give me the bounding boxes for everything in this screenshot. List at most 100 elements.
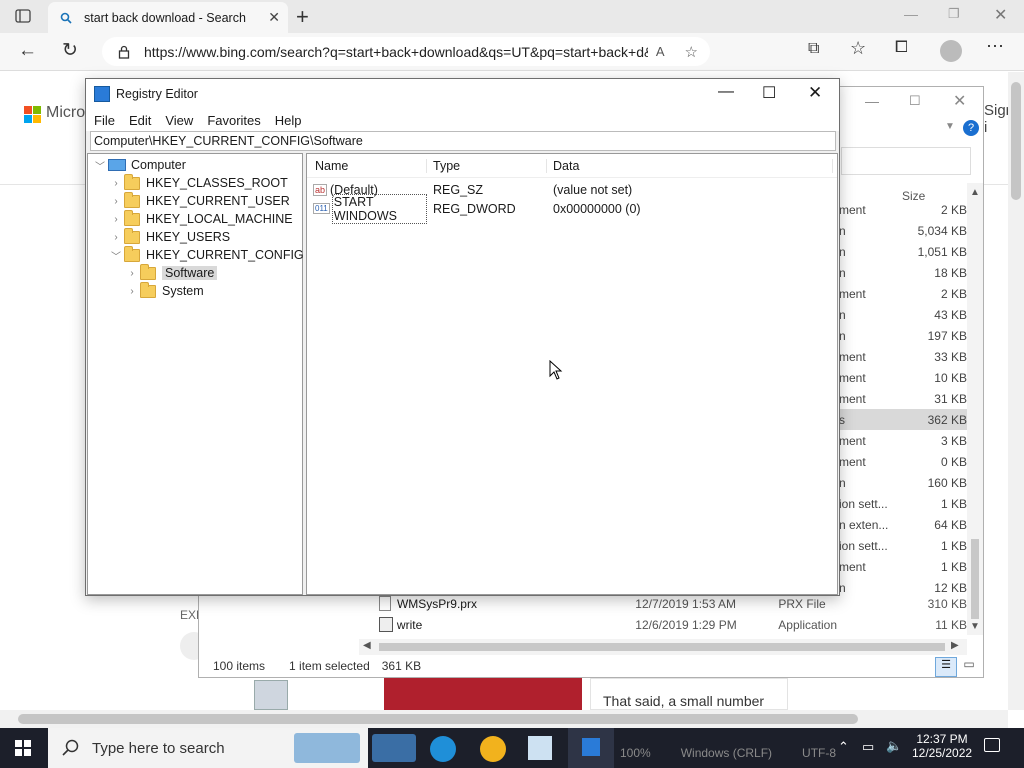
chevron-right-icon[interactable]: › <box>108 178 124 189</box>
volume-icon[interactable]: 🔈 <box>886 738 902 754</box>
favorites-icon[interactable]: ☆ <box>850 38 866 59</box>
profile-avatar[interactable] <box>940 40 962 62</box>
menu-favorites[interactable]: Favorites <box>207 113 260 128</box>
tree-node-software[interactable]: › Software <box>124 263 218 282</box>
explorer-row[interactable]: n 12 KB <box>839 577 967 598</box>
new-tab-button[interactable]: + <box>296 4 309 30</box>
folder-icon <box>140 281 156 298</box>
tab-actions-icon[interactable] <box>14 8 32 24</box>
document-thumbnail[interactable] <box>254 680 288 710</box>
registry-path-bar[interactable]: Computer\HKEY_CURRENT_CONFIG\Software <box>90 131 836 151</box>
address-bar[interactable]: https://www.bing.com/search?q=start+back… <box>102 37 710 66</box>
clock[interactable]: 12:37 PM 12/25/2022 <box>912 732 972 760</box>
explorer-search-input[interactable] <box>841 147 971 175</box>
regedit-title-bar[interactable]: Registry Editor — ☐ ✕ <box>86 79 839 109</box>
explorer-row[interactable]: ment 33 KB <box>839 346 967 367</box>
restore-browser-button[interactable]: ❐ <box>948 6 960 22</box>
tiles-view-icon[interactable]: ▭ <box>959 657 979 677</box>
tree-node-computer[interactable]: ﹀ Computer <box>92 156 186 174</box>
explorer-row[interactable]: ion sett... 1 KB <box>839 493 967 514</box>
explorer-row[interactable]: ment 3 KB <box>839 430 967 451</box>
chevron-right-icon[interactable]: › <box>124 268 140 279</box>
tree-node-hkcu[interactable]: › HKEY_CURRENT_USER <box>108 191 290 210</box>
explorer-vertical-scrollbar[interactable]: ▲ ▼ <box>967 183 983 635</box>
taskbar-search-box[interactable]: Type here to search <box>48 728 368 768</box>
maximize-explorer-button[interactable]: ☐ <box>909 93 921 109</box>
menu-help[interactable]: Help <box>275 113 302 128</box>
chevron-down-icon[interactable]: ﹀ <box>108 248 124 263</box>
explorer-row[interactable]: n 43 KB <box>839 304 967 325</box>
page-horizontal-scrollbar[interactable] <box>0 710 1008 728</box>
close-tab-icon[interactable]: ✕ <box>268 9 280 26</box>
browser-tab[interactable]: start back download - Search ✕ <box>48 2 288 33</box>
explorer-row[interactable]: ment 1 KB <box>839 556 967 577</box>
notepad-taskbar-icon[interactable] <box>528 736 552 760</box>
berries-image[interactable] <box>384 678 582 710</box>
page-vertical-scrollbar[interactable] <box>1008 72 1024 710</box>
minimize-browser-button[interactable]: — <box>904 6 918 22</box>
explorer-row[interactable]: ment 2 KB <box>839 283 967 304</box>
tree-node-hklm[interactable]: › HKEY_LOCAL_MACHINE <box>108 209 293 228</box>
read-aloud-icon[interactable]: A <box>656 44 665 59</box>
more-menu-icon[interactable]: ⋯ <box>986 36 1004 57</box>
extensions-icon[interactable]: ⧉ <box>808 40 819 58</box>
close-browser-button[interactable]: ✕ <box>994 5 1007 25</box>
explorer-row[interactable]: ment 31 KB <box>839 388 967 409</box>
regedit-menu-bar: File Edit View Favorites Help <box>86 109 839 131</box>
menu-file[interactable]: File <box>94 113 115 128</box>
help-icon[interactable]: ? <box>963 120 979 136</box>
url-text[interactable]: https://www.bing.com/search?q=start+back… <box>144 44 648 60</box>
menu-view[interactable]: View <box>165 113 193 128</box>
network-icon[interactable]: ▭ <box>862 739 874 755</box>
start-button[interactable] <box>0 728 46 768</box>
minimize-explorer-button[interactable]: — <box>865 93 879 109</box>
menu-edit[interactable]: Edit <box>129 113 151 128</box>
column-name[interactable]: Name <box>307 158 427 173</box>
chevron-right-icon[interactable]: › <box>108 214 124 225</box>
explorer-row[interactable]: ment 10 KB <box>839 367 967 388</box>
close-regedit-button[interactable]: ✕ <box>808 83 822 103</box>
file-explorer-taskbar-icon[interactable] <box>372 734 416 762</box>
tree-node-hkcc[interactable]: ﹀ HKEY_CURRENT_CONFIG <box>108 245 304 264</box>
back-arrow-icon[interactable]: ← <box>18 40 37 62</box>
explorer-row[interactable]: n 1,051 KB <box>839 241 967 262</box>
chrome-taskbar-icon[interactable] <box>480 736 506 762</box>
minimize-regedit-button[interactable]: — <box>718 83 734 101</box>
explorer-row[interactable]: ment 2 KB <box>839 199 967 220</box>
explorer-row[interactable]: ment 0 KB <box>839 451 967 472</box>
file-row-wmsyspr9[interactable]: WMSysPr9.prx 12/7/2019 1:53 AM PRX File … <box>379 596 967 611</box>
file-row-write[interactable]: write 12/6/2019 1:29 PM Application 11 K… <box>379 617 967 632</box>
article-snippet[interactable]: That said, a small number <box>590 678 788 710</box>
edge-taskbar-icon[interactable] <box>430 736 456 762</box>
column-type[interactable]: Type <box>427 158 547 173</box>
explorer-row[interactable]: n 197 KB <box>839 325 967 346</box>
lock-icon[interactable] <box>118 45 130 59</box>
explorer-row[interactable]: n 5,034 KB <box>839 220 967 241</box>
close-explorer-button[interactable]: ✕ <box>953 91 966 111</box>
chevron-down-icon[interactable]: ﹀ <box>92 158 108 173</box>
chevron-right-icon[interactable]: › <box>108 232 124 243</box>
tree-node-system[interactable]: › System <box>124 281 204 300</box>
column-data[interactable]: Data <box>547 158 833 173</box>
details-view-icon[interactable]: ☰ <box>935 657 957 677</box>
refresh-icon[interactable]: ↻ <box>62 39 78 62</box>
value-row-start-windows[interactable]: 011 START WINDOWS REG_DWORD 0x00000000 (… <box>307 193 837 224</box>
explorer-horizontal-scrollbar[interactable]: ◀ ▶ <box>359 639 967 655</box>
explorer-row[interactable]: ion sett... 1 KB <box>839 535 967 556</box>
chevron-right-icon[interactable]: › <box>108 196 124 207</box>
collections-icon[interactable]: ⧠ <box>895 39 908 57</box>
maximize-regedit-button[interactable]: ☐ <box>762 83 776 103</box>
tree-node-hkcr[interactable]: › HKEY_CLASSES_ROOT <box>108 173 288 192</box>
notifications-icon[interactable] <box>984 738 1000 752</box>
explorer-row[interactable]: n 18 KB <box>839 262 967 283</box>
file-icon <box>379 596 391 611</box>
chevron-right-icon[interactable]: › <box>124 286 140 297</box>
regedit-taskbar-icon[interactable] <box>568 728 614 768</box>
chevron-down-icon[interactable]: ▼ <box>945 121 955 132</box>
explorer-row[interactable]: n 160 KB <box>839 472 967 493</box>
explorer-row[interactable]: s 362 KB <box>839 409 967 430</box>
show-hidden-icons-chevron-icon[interactable]: ⌃ <box>838 739 849 755</box>
tree-node-hku[interactable]: › HKEY_USERS <box>108 227 230 246</box>
add-favorite-icon[interactable]: ☆ <box>685 43 698 61</box>
explorer-row[interactable]: n exten... 64 KB <box>839 514 967 535</box>
